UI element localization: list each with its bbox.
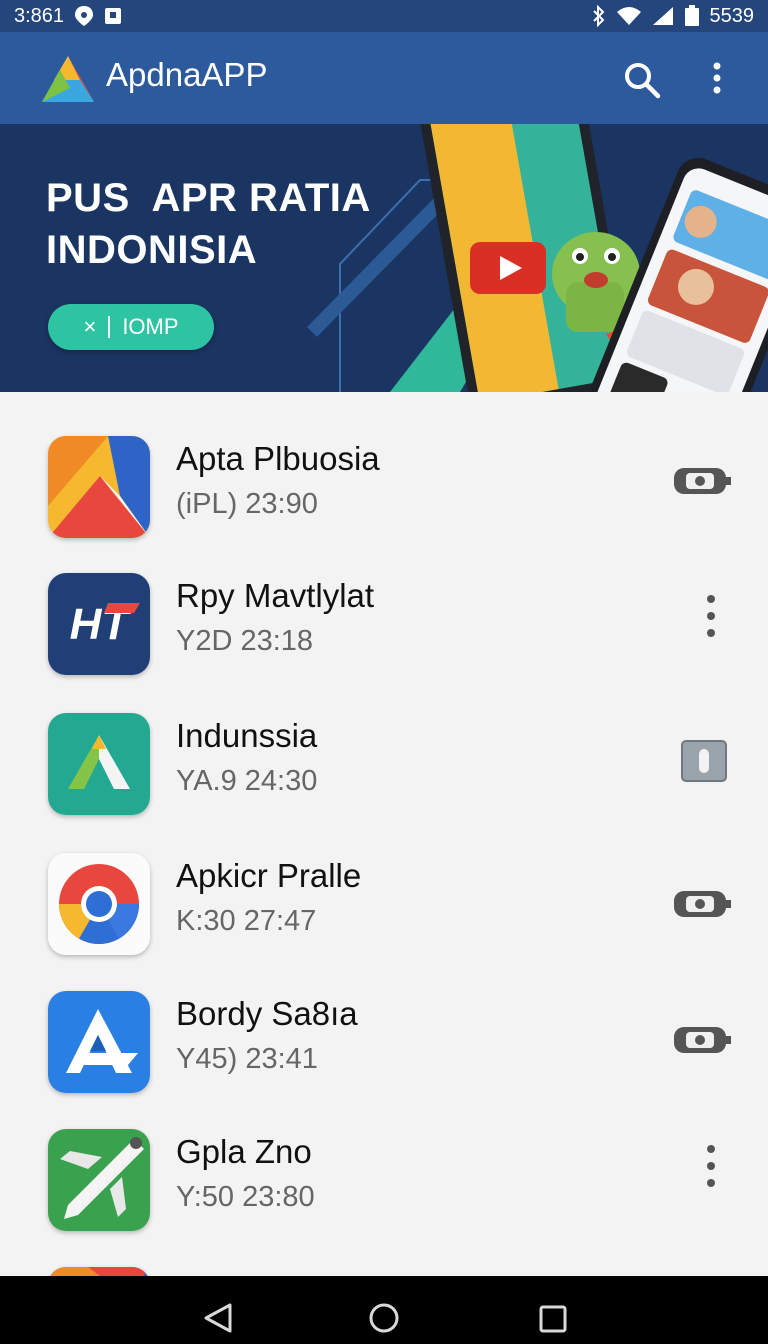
more-options-icon[interactable]	[700, 58, 734, 98]
search-icon[interactable]	[622, 60, 662, 100]
list-item[interactable]: Gpla Zno Y:50 23:80	[0, 1085, 768, 1231]
button-divider	[108, 316, 111, 338]
toggle-icon[interactable]	[672, 1023, 732, 1055]
banner-title-line2: INDONISIA	[46, 228, 258, 272]
bluetooth-icon	[592, 5, 604, 27]
promo-banner[interactable]: PUS APR RATIA INDONISIA × IOMP	[0, 124, 768, 392]
app-name: Apkicr Pralle	[176, 857, 362, 894]
close-icon: ×	[83, 314, 97, 339]
app-name: Bordy Sa8ıa	[176, 995, 358, 1032]
multicolor-triangle-app-icon	[48, 1267, 150, 1276]
switch-icon[interactable]	[680, 739, 728, 783]
recents-icon[interactable]	[538, 1304, 568, 1334]
banner-title-line1: PUS APR RATIA	[46, 176, 371, 220]
list-item[interactable]: Apkicr Pralle K:30 27:47	[0, 809, 768, 955]
status-time: 3:861	[14, 4, 65, 27]
home-icon[interactable]	[368, 1302, 400, 1334]
app-meta: YA.9 24:30	[176, 765, 318, 797]
green-a-app-icon	[48, 713, 150, 815]
multicolor-triangle-app-icon	[48, 436, 150, 538]
status-bar: 3:861 5539	[0, 0, 768, 32]
toggle-icon[interactable]	[672, 464, 732, 496]
app-list: Apta Plbuosia (iPL) 23:90 HT Rpy Mavtlyl…	[0, 392, 768, 1276]
app-meta: (iPL) 23:90	[176, 488, 318, 520]
toggle-icon[interactable]	[672, 887, 732, 919]
app-meta: Y:50 23:80	[176, 1181, 315, 1213]
list-item[interactable]: Indunssia YA.9 24:30	[0, 669, 768, 815]
blue-a-app-icon	[48, 991, 150, 1093]
location-icon	[75, 6, 94, 26]
list-item[interactable]: Apta Plbuosia (iPL) 23:90	[0, 392, 768, 538]
more-vert-icon[interactable]	[696, 591, 726, 645]
plane-app-icon	[48, 1129, 150, 1231]
back-icon[interactable]	[202, 1302, 234, 1334]
chrome-app-icon	[48, 853, 150, 955]
more-vert-icon[interactable]	[696, 1141, 726, 1195]
list-item[interactable]	[0, 1223, 768, 1276]
navigation-bar	[0, 1276, 768, 1344]
app-title: ApdnaAPP	[106, 56, 268, 93]
battery-percent: 5539	[709, 4, 755, 27]
banner-button-label: IOMP	[122, 314, 179, 339]
app-bar: ApdnaAPP	[0, 32, 768, 124]
app-name: Indunssia	[176, 717, 318, 754]
app-name: Rpy Mavtlylat	[176, 577, 375, 614]
banner-action-button[interactable]: × IOMP	[48, 304, 214, 350]
app-name: Apta Plbuosia	[176, 440, 380, 477]
notification-icon	[105, 8, 122, 24]
play-button-icon	[470, 242, 546, 294]
app-logo-icon	[42, 56, 94, 102]
battery-icon	[684, 5, 699, 26]
wifi-icon	[616, 7, 641, 25]
app-meta: K:30 27:47	[176, 905, 317, 937]
app-name: Gpla Zno	[176, 1133, 312, 1170]
signal-icon	[652, 7, 673, 25]
app-meta: Y2D 23:18	[176, 625, 314, 657]
ht-logo-app-icon: HT	[48, 573, 150, 675]
list-item[interactable]: HT Rpy Mavtlylat Y2D 23:18	[0, 529, 768, 675]
app-meta: Y45) 23:41	[176, 1043, 318, 1075]
banner-title: PUS APR RATIA INDONISIA	[46, 172, 371, 276]
list-item[interactable]: Bordy Sa8ıa Y45) 23:41	[0, 947, 768, 1093]
